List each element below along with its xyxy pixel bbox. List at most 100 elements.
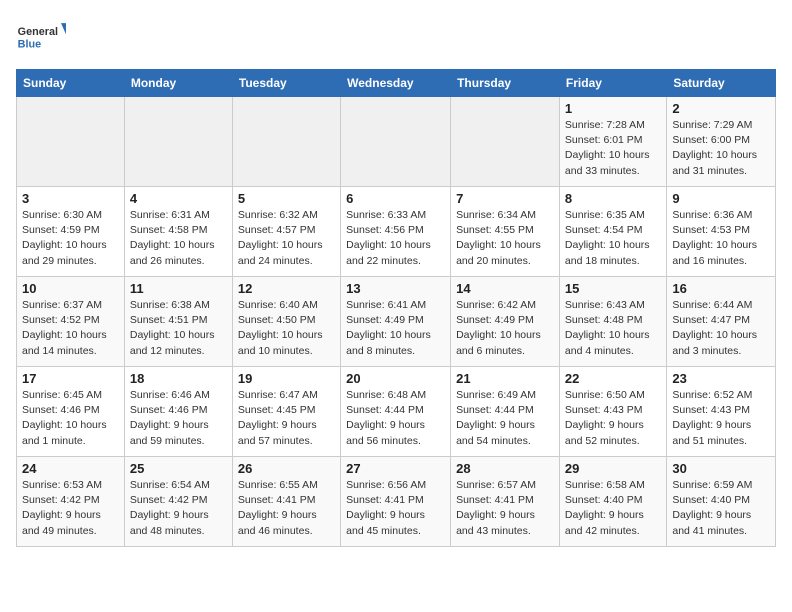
day-info: Sunrise: 6:52 AMSunset: 4:43 PMDaylight:… <box>672 388 770 449</box>
day-number: 28 <box>456 461 554 476</box>
day-info: Sunrise: 6:50 AMSunset: 4:43 PMDaylight:… <box>565 388 661 449</box>
day-cell: 4 Sunrise: 6:31 AMSunset: 4:58 PMDaylight… <box>124 187 232 277</box>
day-number: 5 <box>238 191 335 206</box>
day-cell: 30 Sunrise: 6:59 AMSunset: 4:40 PMDayligh… <box>667 457 776 547</box>
day-cell: 25 Sunrise: 6:54 AMSunset: 4:42 PMDayligh… <box>124 457 232 547</box>
header: General Blue <box>16 16 776 61</box>
day-info: Sunrise: 6:53 AMSunset: 4:42 PMDaylight:… <box>22 478 119 539</box>
day-cell <box>451 97 560 187</box>
day-info: Sunrise: 6:48 AMSunset: 4:44 PMDaylight:… <box>346 388 445 449</box>
day-cell: 13Sunrise: 6:41 AMSunset: 4:49 PMDayligh… <box>341 277 451 367</box>
calendar: SundayMondayTuesdayWednesdayThursdayFrid… <box>16 69 776 547</box>
day-info: Sunrise: 6:36 AMSunset: 4:53 PMDaylight:… <box>672 208 770 269</box>
day-number: 15 <box>565 281 661 296</box>
day-info: Sunrise: 6:37 AMSunset: 4:52 PMDaylight:… <box>22 298 119 359</box>
day-info: Sunrise: 6:56 AMSunset: 4:41 PMDaylight:… <box>346 478 445 539</box>
day-info: Sunrise: 6:34 AMSunset: 4:55 PMDaylight:… <box>456 208 554 269</box>
day-cell <box>17 97 125 187</box>
day-cell: 23 Sunrise: 6:52 AMSunset: 4:43 PMDayligh… <box>667 367 776 457</box>
day-number: 22 <box>565 371 661 386</box>
day-info: Sunrise: 6:57 AMSunset: 4:41 PMDaylight:… <box>456 478 554 539</box>
day-number: 12 <box>238 281 335 296</box>
day-cell: 5 Sunrise: 6:32 AMSunset: 4:57 PMDaylight… <box>232 187 340 277</box>
day-info: Sunrise: 6:54 AMSunset: 4:42 PMDaylight:… <box>130 478 227 539</box>
day-info: Sunrise: 6:47 AMSunset: 4:45 PMDaylight:… <box>238 388 335 449</box>
col-header-tuesday: Tuesday <box>232 70 340 97</box>
day-number: 20 <box>346 371 445 386</box>
week-row-2: 10 Sunrise: 6:37 AMSunset: 4:52 PMDayligh… <box>17 277 776 367</box>
day-number: 10 <box>22 281 119 296</box>
day-cell: 18 Sunrise: 6:46 AMSunset: 4:46 PMDayligh… <box>124 367 232 457</box>
day-info: Sunrise: 6:31 AMSunset: 4:58 PMDaylight:… <box>130 208 227 269</box>
day-info: Sunrise: 6:55 AMSunset: 4:41 PMDaylight:… <box>238 478 335 539</box>
day-info: Sunrise: 6:32 AMSunset: 4:57 PMDaylight:… <box>238 208 335 269</box>
col-header-thursday: Thursday <box>451 70 560 97</box>
day-cell <box>124 97 232 187</box>
day-number: 2 <box>672 101 770 116</box>
day-number: 6 <box>346 191 445 206</box>
day-cell: 6 Sunrise: 6:33 AMSunset: 4:56 PMDaylight… <box>341 187 451 277</box>
day-cell: 22 Sunrise: 6:50 AMSunset: 4:43 PMDayligh… <box>559 367 666 457</box>
day-number: 29 <box>565 461 661 476</box>
day-cell: 3 Sunrise: 6:30 AMSunset: 4:59 PMDaylight… <box>17 187 125 277</box>
day-number: 26 <box>238 461 335 476</box>
col-header-sunday: Sunday <box>17 70 125 97</box>
day-cell: 21 Sunrise: 6:49 AMSunset: 4:44 PMDayligh… <box>451 367 560 457</box>
day-number: 17 <box>22 371 119 386</box>
calendar-header-row: SundayMondayTuesdayWednesdayThursdayFrid… <box>17 70 776 97</box>
day-cell: 14 Sunrise: 6:42 AMSunset: 4:49 PMDayligh… <box>451 277 560 367</box>
day-number: 11 <box>130 281 227 296</box>
svg-text:Blue: Blue <box>18 38 41 50</box>
svg-text:General: General <box>18 26 58 38</box>
day-number: 23 <box>672 371 770 386</box>
day-number: 27 <box>346 461 445 476</box>
day-number: 21 <box>456 371 554 386</box>
col-header-wednesday: Wednesday <box>341 70 451 97</box>
day-cell: 17 Sunrise: 6:45 AMSunset: 4:46 PMDayligh… <box>17 367 125 457</box>
day-info: Sunrise: 7:29 AMSunset: 6:00 PMDaylight:… <box>672 118 770 179</box>
day-number: 8 <box>565 191 661 206</box>
day-info: Sunrise: 6:49 AMSunset: 4:44 PMDaylight:… <box>456 388 554 449</box>
day-info: Sunrise: 6:59 AMSunset: 4:40 PMDaylight:… <box>672 478 770 539</box>
day-cell: 1 Sunrise: 7:28 AMSunset: 6:01 PMDaylight… <box>559 97 666 187</box>
day-info: Sunrise: 7:28 AMSunset: 6:01 PMDaylight:… <box>565 118 661 179</box>
day-number: 9 <box>672 191 770 206</box>
day-cell: 10 Sunrise: 6:37 AMSunset: 4:52 PMDayligh… <box>17 277 125 367</box>
week-row-4: 24 Sunrise: 6:53 AMSunset: 4:42 PMDayligh… <box>17 457 776 547</box>
day-info: Sunrise: 6:44 AMSunset: 4:47 PMDaylight:… <box>672 298 770 359</box>
day-number: 14 <box>456 281 554 296</box>
day-cell: 26 Sunrise: 6:55 AMSunset: 4:41 PMDayligh… <box>232 457 340 547</box>
day-number: 18 <box>130 371 227 386</box>
week-row-0: 1 Sunrise: 7:28 AMSunset: 6:01 PMDaylight… <box>17 97 776 187</box>
week-row-1: 3 Sunrise: 6:30 AMSunset: 4:59 PMDaylight… <box>17 187 776 277</box>
day-cell <box>232 97 340 187</box>
day-cell: 15Sunrise: 6:43 AMSunset: 4:48 PMDayligh… <box>559 277 666 367</box>
day-info: Sunrise: 6:35 AMSunset: 4:54 PMDaylight:… <box>565 208 661 269</box>
day-info: Sunrise: 6:38 AMSunset: 4:51 PMDaylight:… <box>130 298 227 359</box>
day-cell: 8 Sunrise: 6:35 AMSunset: 4:54 PMDaylight… <box>559 187 666 277</box>
day-cell: 12Sunrise: 6:40 AMSunset: 4:50 PMDayligh… <box>232 277 340 367</box>
day-info: Sunrise: 6:33 AMSunset: 4:56 PMDaylight:… <box>346 208 445 269</box>
day-info: Sunrise: 6:45 AMSunset: 4:46 PMDaylight:… <box>22 388 119 449</box>
day-number: 3 <box>22 191 119 206</box>
day-number: 24 <box>22 461 119 476</box>
day-cell: 20 Sunrise: 6:48 AMSunset: 4:44 PMDayligh… <box>341 367 451 457</box>
day-cell: 19 Sunrise: 6:47 AMSunset: 4:45 PMDayligh… <box>232 367 340 457</box>
day-cell: 11 Sunrise: 6:38 AMSunset: 4:51 PMDayligh… <box>124 277 232 367</box>
week-row-3: 17 Sunrise: 6:45 AMSunset: 4:46 PMDayligh… <box>17 367 776 457</box>
col-header-saturday: Saturday <box>667 70 776 97</box>
day-info: Sunrise: 6:30 AMSunset: 4:59 PMDaylight:… <box>22 208 119 269</box>
day-number: 4 <box>130 191 227 206</box>
day-number: 30 <box>672 461 770 476</box>
day-cell: 24 Sunrise: 6:53 AMSunset: 4:42 PMDayligh… <box>17 457 125 547</box>
day-cell: 16Sunrise: 6:44 AMSunset: 4:47 PMDayligh… <box>667 277 776 367</box>
day-cell: 9 Sunrise: 6:36 AMSunset: 4:53 PMDaylight… <box>667 187 776 277</box>
day-info: Sunrise: 6:58 AMSunset: 4:40 PMDaylight:… <box>565 478 661 539</box>
day-number: 1 <box>565 101 661 116</box>
day-cell: 2 Sunrise: 7:29 AMSunset: 6:00 PMDaylight… <box>667 97 776 187</box>
day-number: 19 <box>238 371 335 386</box>
day-info: Sunrise: 6:42 AMSunset: 4:49 PMDaylight:… <box>456 298 554 359</box>
day-info: Sunrise: 6:46 AMSunset: 4:46 PMDaylight:… <box>130 388 227 449</box>
day-info: Sunrise: 6:41 AMSunset: 4:49 PMDaylight:… <box>346 298 445 359</box>
day-number: 25 <box>130 461 227 476</box>
